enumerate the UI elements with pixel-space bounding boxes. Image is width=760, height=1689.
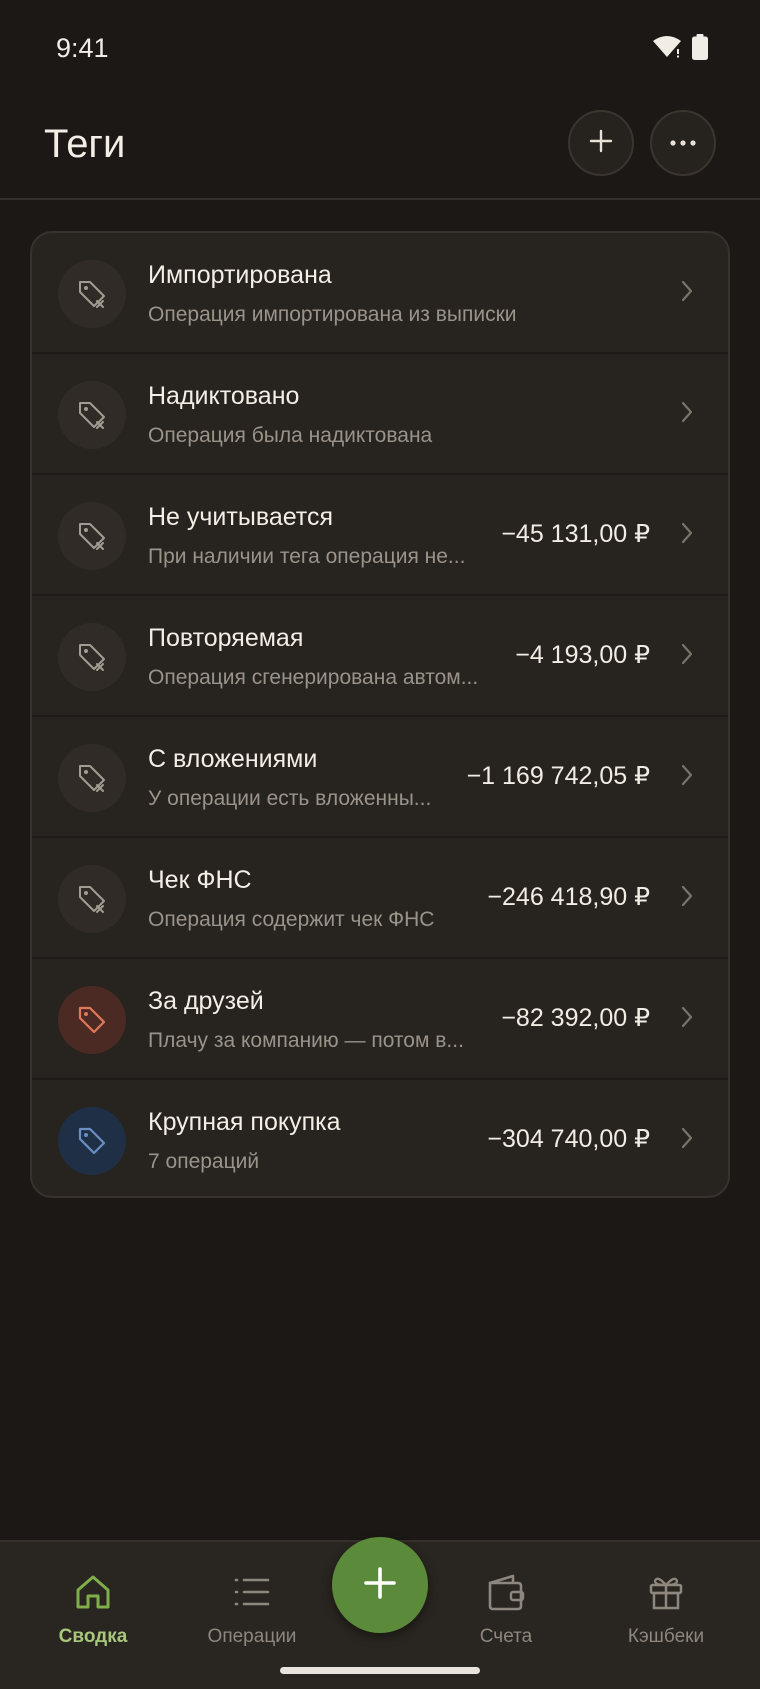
tag-description: Операция импортирована из выписки [148,303,517,326]
tag-row-dictated[interactable]: Надиктовано Операция была надиктована [32,354,728,475]
plus-icon [588,128,614,159]
gift-icon [591,1570,741,1614]
tag-name: Повторяемая [148,624,304,652]
nav-label: Сводка [58,1626,128,1647]
tag-off-icon [58,623,126,691]
tag-name: Крупная покупка [148,1108,341,1136]
tag-row-big-purchase[interactable]: Крупная покупка 7 операций −304 740,00 ₽ [32,1080,728,1196]
tag-off-icon [58,381,126,449]
tag-description: При наличии тега операция не... [148,545,466,568]
chevron-right-icon [680,1126,694,1155]
tag-description: Операция сгенерирована автом... [148,666,479,689]
tag-off-icon [58,260,126,328]
tag-description: Операция была надиктована [148,424,433,447]
tag-off-icon [58,865,126,933]
tag-amount: −304 740,00 ₽ [487,1125,650,1153]
nav-label: Операции [207,1626,297,1647]
tag-name: Чек ФНС [148,866,252,894]
tag-off-icon [58,502,126,570]
add-operation-fab[interactable] [332,1537,428,1633]
page-title: Теги [44,122,126,166]
tag-off-icon [58,744,126,812]
nav-cashback[interactable]: Кэшбеки [591,1570,741,1648]
more-options-button[interactable] [650,110,716,176]
tag-description: 7 операций [148,1150,260,1173]
chevron-right-icon [680,279,694,308]
tag-icon [58,986,126,1054]
tag-amount: −4 193,00 ₽ [515,641,650,669]
wallet-icon [431,1570,581,1614]
tag-amount: −45 131,00 ₽ [501,520,650,548]
chevron-right-icon [680,642,694,671]
tag-name: С вложениями [148,745,318,773]
tag-row-not-counted[interactable]: Не учитывается При наличии тега операция… [32,475,728,596]
tag-name: Надиктовано [148,382,300,410]
nav-accounts[interactable]: Счета [431,1570,581,1648]
chevron-right-icon [680,521,694,550]
battery-icon [692,34,708,65]
system-icons [652,34,708,65]
tag-description: Операция содержит чек ФНС [148,908,435,931]
tag-row-attachments[interactable]: С вложениями У операции есть вложенны...… [32,717,728,838]
page-header: Теги [0,96,760,200]
tag-row-for-friends[interactable]: За друзей Плачу за компанию — потом в...… [32,959,728,1080]
nav-operations[interactable]: Операции [177,1570,327,1648]
tag-amount: −246 418,90 ₽ [487,883,650,911]
tag-icon [58,1107,126,1175]
add-tag-button[interactable] [568,110,634,176]
tag-description: Плачу за компанию — потом в... [148,1029,464,1052]
wifi-icon [652,35,682,64]
nav-summary[interactable]: Сводка [18,1570,168,1648]
chevron-right-icon [680,1005,694,1034]
tag-description: У операции есть вложенны... [148,787,432,810]
more-icon [669,134,697,152]
nav-label: Кэшбеки [627,1626,705,1647]
chevron-right-icon [680,884,694,913]
tag-name: Не учитывается [148,503,333,531]
chevron-right-icon [680,400,694,429]
tag-row-receipt[interactable]: Чек ФНС Операция содержит чек ФНС −246 4… [32,838,728,959]
tag-amount: −1 169 742,05 ₽ [466,762,650,790]
status-time: 9:41 [56,33,109,63]
home-icon [18,1570,168,1614]
tag-row-imported[interactable]: Импортирована Операция импортирована из … [32,233,728,354]
tag-row-recurring[interactable]: Повторяемая Операция сгенерирована автом… [32,596,728,717]
tag-name: За друзей [148,987,264,1015]
plus-icon [363,1566,397,1605]
list-icon [177,1570,327,1614]
home-indicator [280,1667,480,1674]
tag-name: Импортирована [148,261,332,289]
tag-list: Импортирована Операция импортирована из … [30,231,730,1198]
tag-amount: −82 392,00 ₽ [501,1004,650,1032]
nav-label: Счета [479,1626,533,1647]
chevron-right-icon [680,763,694,792]
status-bar: 9:41 [0,0,760,96]
